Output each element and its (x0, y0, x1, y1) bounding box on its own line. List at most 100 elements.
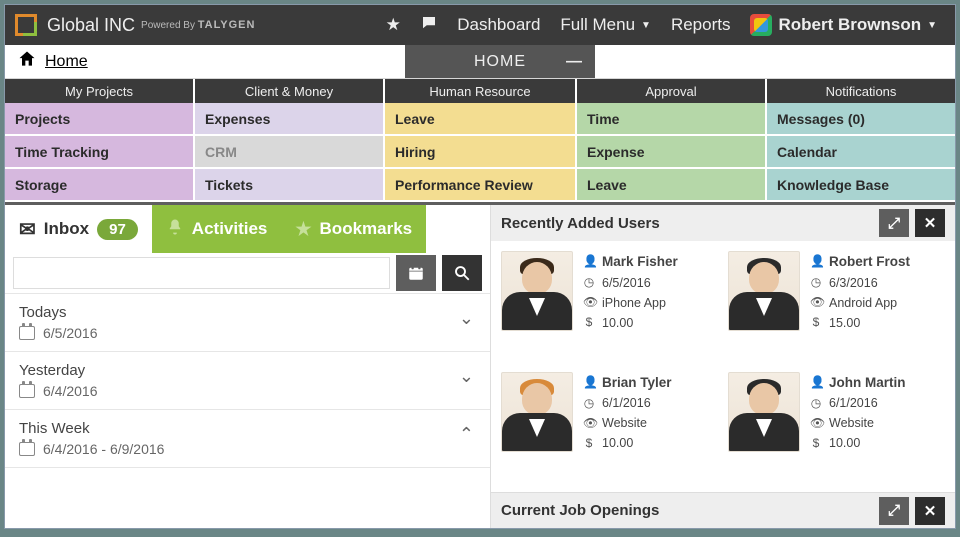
user-card: 👤John Martin ◷6/1/2016 👁Website $10.00 (728, 372, 945, 487)
acc-sub: 6/4/2016 - 6/9/2016 (19, 441, 476, 457)
tab-inbox[interactable]: ✉ Inbox 97 (5, 205, 152, 253)
clock-icon: ◷ (583, 273, 595, 292)
powered-by: Powered By TALYGEN (141, 19, 255, 31)
panel-title: Recently Added Users (501, 215, 660, 232)
search-button[interactable] (442, 255, 482, 291)
tile-expense[interactable]: Expense (577, 136, 767, 167)
nav-dashboard-label: Dashboard (457, 15, 540, 35)
expand-icon[interactable]: ⤢ (879, 209, 909, 237)
acc-this-week[interactable]: This Week 6/4/2016 - 6/9/2016 ⌃ (5, 410, 490, 468)
panel-recent-users-header: Recently Added Users ⤢ ✕ (491, 205, 955, 241)
inbox-count-badge: 97 (97, 219, 138, 240)
user-amount: 10.00 (602, 433, 633, 453)
close-icon[interactable]: ✕ (915, 209, 945, 237)
user-menu[interactable]: Robert Brownson ▼ (750, 14, 937, 36)
star-icon[interactable]: ★ (381, 15, 405, 35)
user-card: 👤Robert Frost ◷6/3/2016 👁Android App $15… (728, 251, 945, 366)
user-name: Robert Brownson (778, 15, 921, 35)
category-row: My Projects Client & Money Human Resourc… (5, 79, 955, 103)
clock-icon: ◷ (583, 394, 595, 413)
person-icon: 👤 (583, 373, 595, 392)
nav-full-menu[interactable]: Full Menu▼ (560, 15, 651, 35)
tile-messages[interactable]: Messages (0) (767, 103, 955, 134)
tile-projects[interactable]: Projects (5, 103, 195, 134)
user-card: 👤Brian Tyler ◷6/1/2016 👁Website $10.00 (501, 372, 718, 487)
left-column: ✉ Inbox 97 Activities ★ Bookmarks (5, 205, 490, 528)
minimize-icon[interactable]: — (566, 53, 583, 71)
avatar (501, 251, 573, 331)
nav-reports-label: Reports (671, 15, 731, 35)
person-icon: 👤 (810, 373, 822, 392)
user-meta: 👤Robert Frost ◷6/3/2016 👁Android App $15… (810, 251, 910, 366)
avatar (728, 372, 800, 452)
date-picker-button[interactable] (396, 255, 436, 291)
user-name: Robert Frost (829, 251, 910, 273)
user-source: Android App (829, 293, 897, 313)
left-tabs: ✉ Inbox 97 Activities ★ Bookmarks (5, 205, 490, 253)
home-tab[interactable]: HOME — (405, 45, 595, 78)
nav-reports[interactable]: Reports (671, 15, 731, 35)
tile-hiring[interactable]: Hiring (385, 136, 577, 167)
close-icon[interactable]: ✕ (915, 497, 945, 525)
breadcrumb: Home (5, 45, 104, 78)
tab-bookmarks[interactable]: ★ Bookmarks (281, 205, 426, 253)
nav-dashboard[interactable]: Dashboard (457, 15, 540, 35)
chevron-up-icon: ⌃ (459, 424, 474, 445)
acc-sub: 6/4/2016 (19, 383, 476, 399)
acc-title: Todays (19, 304, 476, 321)
tile-leave[interactable]: Leave (385, 103, 577, 134)
powered-brand: TALYGEN (198, 19, 256, 31)
tile-perf-review[interactable]: Performance Review (385, 169, 577, 200)
user-name: John Martin (829, 372, 906, 394)
dollar-icon: $ (810, 313, 822, 332)
panel-job-openings-header: Current Job Openings ⤢ ✕ (491, 492, 955, 528)
dollar-icon: $ (810, 434, 822, 453)
cat-approval: Approval (577, 79, 767, 103)
dollar-icon: $ (583, 434, 595, 453)
inbox-label: Inbox (44, 219, 89, 239)
acc-title: This Week (19, 420, 476, 437)
tile-knowledge-base[interactable]: Knowledge Base (767, 169, 955, 200)
user-meta: 👤Mark Fisher ◷6/5/2016 👁iPhone App $10.0… (583, 251, 678, 366)
tile-expenses[interactable]: Expenses (195, 103, 385, 134)
logo-icon (15, 14, 37, 36)
acc-todays[interactable]: Todays 6/5/2016 ⌄ (5, 294, 490, 352)
tile-time[interactable]: Time (577, 103, 767, 134)
avatar (501, 372, 573, 452)
acc-yesterday[interactable]: Yesterday 6/4/2016 ⌄ (5, 352, 490, 410)
tile-leave-approval[interactable]: Leave (577, 169, 767, 200)
clock-icon: ◷ (810, 273, 822, 292)
chevron-down-icon: ⌄ (459, 366, 474, 387)
lower-split: ✉ Inbox 97 Activities ★ Bookmarks (5, 205, 955, 528)
cat-notifications: Notifications (767, 79, 955, 103)
tile-storage[interactable]: Storage (5, 169, 195, 200)
dollar-icon: $ (583, 313, 595, 332)
eye-icon: 👁 (583, 293, 595, 312)
calendar-icon (19, 326, 35, 340)
cat-hr: Human Resource (385, 79, 577, 103)
acc-sub: 6/5/2016 (19, 325, 476, 341)
tile-time-tracking[interactable]: Time Tracking (5, 136, 195, 167)
chat-icon[interactable] (417, 14, 441, 37)
nav-full-menu-label: Full Menu (560, 15, 635, 35)
home-tab-label: HOME (474, 53, 526, 71)
user-meta: 👤John Martin ◷6/1/2016 👁Website $10.00 (810, 372, 906, 487)
filter-input[interactable] (13, 257, 390, 289)
tile-tickets[interactable]: Tickets (195, 169, 385, 200)
panel-title: Current Job Openings (501, 502, 659, 519)
user-name: Mark Fisher (602, 251, 678, 273)
expand-icon[interactable]: ⤢ (879, 497, 909, 525)
star-icon: ★ (295, 219, 311, 240)
user-badge-icon (750, 14, 772, 36)
tab-activities[interactable]: Activities (152, 205, 282, 253)
user-amount: 15.00 (829, 313, 860, 333)
user-card: 👤Mark Fisher ◷6/5/2016 👁iPhone App $10.0… (501, 251, 718, 366)
filter-row (5, 253, 490, 293)
user-source: Website (602, 413, 647, 433)
tile-calendar[interactable]: Calendar (767, 136, 955, 167)
breadcrumb-home-link[interactable]: Home (45, 53, 88, 71)
person-icon: 👤 (810, 252, 822, 271)
bookmarks-label: Bookmarks (320, 219, 413, 239)
tile-crm[interactable]: CRM (195, 136, 385, 167)
user-amount: 10.00 (602, 313, 633, 333)
